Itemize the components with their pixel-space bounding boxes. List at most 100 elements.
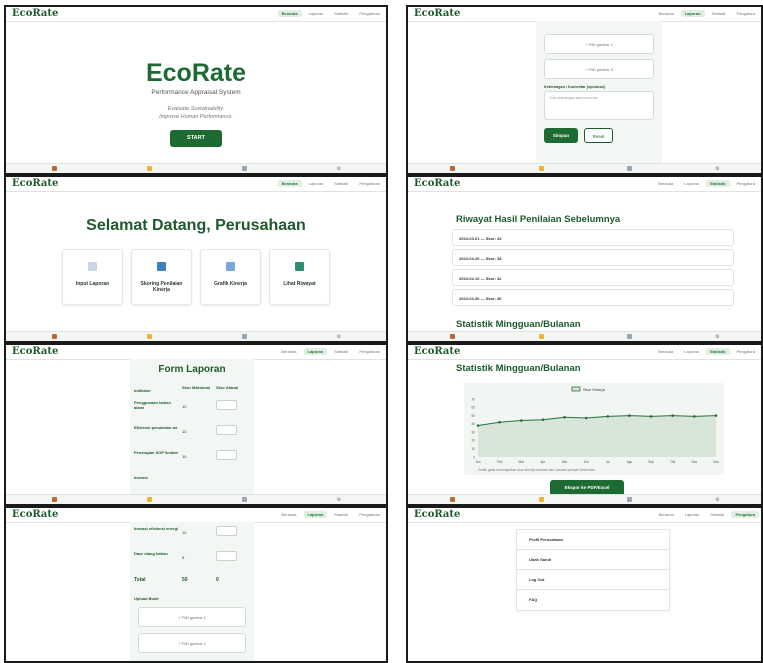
card-input-report[interactable]: Input Laporan bbox=[62, 249, 123, 305]
upload-image-1-button[interactable]: + Pilih gambar 1 bbox=[138, 607, 246, 627]
home-icon[interactable] bbox=[51, 497, 57, 504]
chart-icon[interactable] bbox=[626, 497, 632, 504]
nav-home[interactable]: Beranda bbox=[654, 348, 677, 355]
nav-reports[interactable]: Laporan bbox=[680, 348, 703, 355]
total-max: 50 bbox=[182, 577, 188, 583]
folder-icon[interactable] bbox=[146, 166, 152, 173]
nav-settings[interactable]: Pengaturan bbox=[355, 511, 384, 518]
menu-item-company-profile[interactable]: Profil Perusahaan bbox=[517, 530, 669, 550]
y-tick-label: 20 bbox=[471, 439, 475, 443]
nav-home[interactable]: Beranda bbox=[655, 511, 678, 518]
nav-stats[interactable]: Statistik bbox=[330, 10, 352, 17]
card-performance-chart[interactable]: Grafik Kinerja bbox=[200, 249, 261, 305]
chart-icon[interactable] bbox=[241, 166, 247, 173]
brand-logo[interactable]: EcoRate bbox=[12, 178, 58, 189]
gear-icon[interactable]: ⚙ bbox=[715, 334, 719, 340]
nav-reports[interactable]: Laporan bbox=[680, 10, 705, 17]
brand-logo[interactable]: EcoRate bbox=[12, 346, 58, 357]
nav-reports[interactable]: Laporan bbox=[305, 10, 328, 17]
nav-stats[interactable]: Statistik bbox=[330, 511, 352, 518]
actual-score-input[interactable] bbox=[216, 425, 237, 435]
nav-home[interactable]: Beranda bbox=[655, 10, 678, 17]
brand-logo[interactable]: EcoRate bbox=[414, 509, 460, 520]
gear-icon[interactable]: ⚙ bbox=[715, 497, 719, 503]
nav-home[interactable]: Beranda bbox=[277, 10, 302, 17]
actual-score-input[interactable] bbox=[216, 450, 237, 460]
list-item[interactable]: 2024-03-30 — Skor: 40 bbox=[452, 289, 734, 306]
home-icon[interactable] bbox=[51, 166, 57, 173]
data-point bbox=[714, 414, 718, 417]
y-tick-label: 30 bbox=[471, 430, 475, 434]
nav-stats[interactable]: Statistik bbox=[330, 180, 352, 187]
top-nav: EcoRate Beranda Laporan Statistik Pengat… bbox=[408, 177, 761, 192]
data-point bbox=[606, 415, 610, 418]
x-tick-label: Agu bbox=[627, 460, 633, 464]
card-history[interactable]: Lihat Riwayat bbox=[269, 249, 330, 305]
chart-icon[interactable] bbox=[626, 334, 632, 341]
actual-score-input[interactable] bbox=[216, 551, 237, 561]
nav-reports[interactable]: Laporan bbox=[303, 511, 328, 518]
folder-icon[interactable] bbox=[538, 334, 544, 341]
nav-settings[interactable]: Pengaturan bbox=[355, 10, 384, 17]
nav-home[interactable]: Beranda bbox=[277, 180, 302, 187]
nav-settings[interactable]: Pengatura bbox=[733, 10, 759, 17]
nav-stats[interactable]: Statistik bbox=[330, 348, 352, 355]
save-button[interactable]: Simpan bbox=[544, 128, 578, 143]
x-tick-label: Okt bbox=[670, 460, 675, 464]
menu-item-logout[interactable]: Log Out bbox=[517, 570, 669, 590]
chart-icon[interactable] bbox=[241, 497, 247, 504]
nav-reports[interactable]: Laporan bbox=[680, 180, 703, 187]
nav-reports[interactable]: Laporan bbox=[681, 511, 704, 518]
reset-button[interactable]: Reset bbox=[584, 128, 613, 143]
nav-stats[interactable]: Statistik bbox=[706, 511, 728, 518]
folder-icon[interactable] bbox=[538, 497, 544, 504]
nav-home[interactable]: Beranda bbox=[654, 180, 677, 187]
brand-logo[interactable]: EcoRate bbox=[12, 509, 58, 520]
home-icon[interactable] bbox=[450, 166, 456, 173]
list-item[interactable]: 2024-04-20 — Skor: 38 bbox=[452, 249, 734, 266]
brand-logo[interactable]: EcoRate bbox=[414, 8, 460, 19]
menu-item-change-password[interactable]: Ubah Sandi bbox=[517, 550, 669, 570]
home-icon[interactable] bbox=[450, 334, 456, 341]
nav-reports[interactable]: Laporan bbox=[303, 348, 328, 355]
list-item[interactable]: 2024-03-01 — Skor: 43 bbox=[452, 229, 734, 246]
home-icon[interactable] bbox=[450, 497, 456, 504]
upload-image-2-button[interactable]: + Pilih gambar 2 bbox=[544, 34, 654, 54]
brand-logo[interactable]: EcoRate bbox=[414, 346, 460, 357]
start-button[interactable]: START bbox=[170, 130, 222, 147]
folder-icon[interactable] bbox=[538, 166, 544, 173]
nav-settings[interactable]: Pengaturan bbox=[355, 348, 384, 355]
upload-image-3-button[interactable]: + Pilih gambar 3 bbox=[544, 59, 654, 79]
nav-reports[interactable]: Laporan bbox=[305, 180, 328, 187]
nav-settings[interactable]: Pengatura bbox=[733, 180, 759, 187]
actual-score-input[interactable] bbox=[216, 526, 237, 536]
nav-home[interactable]: Beranda bbox=[277, 348, 300, 355]
chart-icon[interactable] bbox=[241, 334, 247, 341]
home-icon[interactable] bbox=[51, 334, 57, 341]
gear-icon[interactable]: ⚙ bbox=[337, 334, 341, 340]
brand-logo[interactable]: EcoRate bbox=[12, 8, 58, 19]
x-tick-label: Jun bbox=[584, 460, 589, 464]
nav-stats[interactable]: Statistik bbox=[705, 348, 730, 355]
upload-image-2-button[interactable]: + Pilih gambar 2 bbox=[138, 633, 246, 653]
nav-stats[interactable]: Statistik bbox=[705, 180, 730, 187]
nav-settings[interactable]: Pengatura bbox=[733, 348, 759, 355]
card-scoring[interactable]: Skoring Penilaian Kinerja bbox=[131, 249, 192, 305]
gear-icon[interactable]: ⚙ bbox=[337, 166, 341, 172]
nav-home[interactable]: Beranda bbox=[277, 511, 300, 518]
folder-icon[interactable] bbox=[146, 334, 152, 341]
folder-icon[interactable] bbox=[146, 497, 152, 504]
gear-icon[interactable]: ⚙ bbox=[715, 166, 719, 172]
nav-settings[interactable]: Pengatura bbox=[731, 511, 759, 518]
brand-logo[interactable]: EcoRate bbox=[414, 178, 460, 189]
gear-icon[interactable]: ⚙ bbox=[337, 497, 341, 503]
nav-settings[interactable]: Pengaturan bbox=[355, 180, 384, 187]
nav-stats[interactable]: Statistik bbox=[708, 10, 730, 17]
chart-icon[interactable] bbox=[626, 166, 632, 173]
dashboard-panel: EcoRate Beranda Laporan Statistik Pengat… bbox=[4, 175, 388, 343]
menu-item-faq[interactable]: FAQ bbox=[517, 590, 669, 610]
list-item[interactable]: 2024-04-10 — Skor: 42 bbox=[452, 269, 734, 286]
bar-chart-icon bbox=[157, 262, 166, 271]
actual-score-input[interactable] bbox=[216, 400, 237, 410]
comment-textarea[interactable]: Tulis keterangan atau komentar bbox=[544, 91, 654, 120]
